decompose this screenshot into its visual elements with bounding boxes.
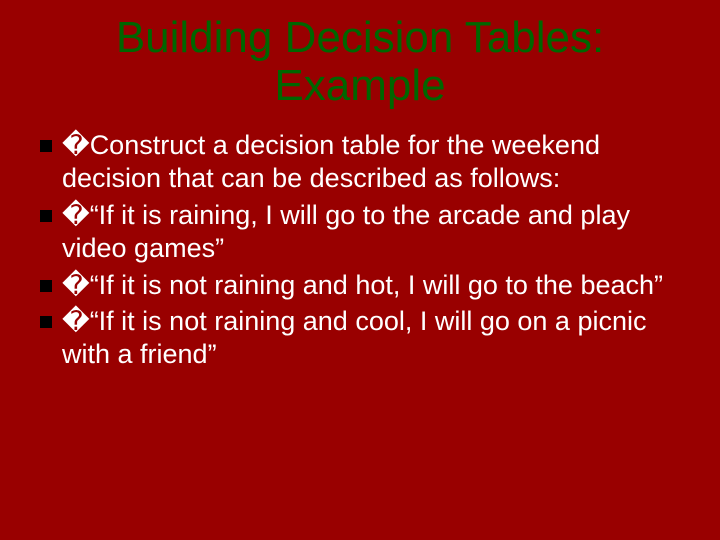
marker-glyph: �	[62, 270, 90, 300]
title-line-1: Building Decision Tables:	[116, 13, 604, 62]
marker-glyph: �	[62, 130, 90, 160]
bullet-content: Construct a decision table for the weeke…	[62, 130, 600, 193]
bullet-icon	[40, 210, 52, 222]
list-item: �“If it is not raining and hot, I will g…	[40, 269, 680, 302]
marker-glyph: �	[62, 306, 90, 336]
bullet-text: �“If it is raining, I will go to the arc…	[62, 199, 680, 265]
title-line-2: Example	[274, 61, 445, 110]
bullet-content: “If it is not raining and hot, I will go…	[90, 270, 663, 300]
bullet-content: “If it is not raining and cool, I will g…	[62, 306, 646, 369]
list-item: �Construct a decision table for the week…	[40, 129, 680, 195]
list-item: �“If it is raining, I will go to the arc…	[40, 199, 680, 265]
slide-title: Building Decision Tables: Example	[40, 0, 680, 129]
bullet-content: “If it is raining, I will go to the arca…	[62, 200, 630, 263]
slide-body: �Construct a decision table for the week…	[40, 129, 680, 372]
bullet-text: �“If it is not raining and cool, I will …	[62, 305, 680, 371]
bullet-icon	[40, 140, 52, 152]
bullet-text: �Construct a decision table for the week…	[62, 129, 680, 195]
bullet-icon	[40, 280, 52, 292]
slide: Building Decision Tables: Example �Const…	[0, 0, 720, 540]
bullet-icon	[40, 316, 52, 328]
list-item: �“If it is not raining and cool, I will …	[40, 305, 680, 371]
bullet-text: �“If it is not raining and hot, I will g…	[62, 269, 680, 302]
marker-glyph: �	[62, 200, 90, 230]
